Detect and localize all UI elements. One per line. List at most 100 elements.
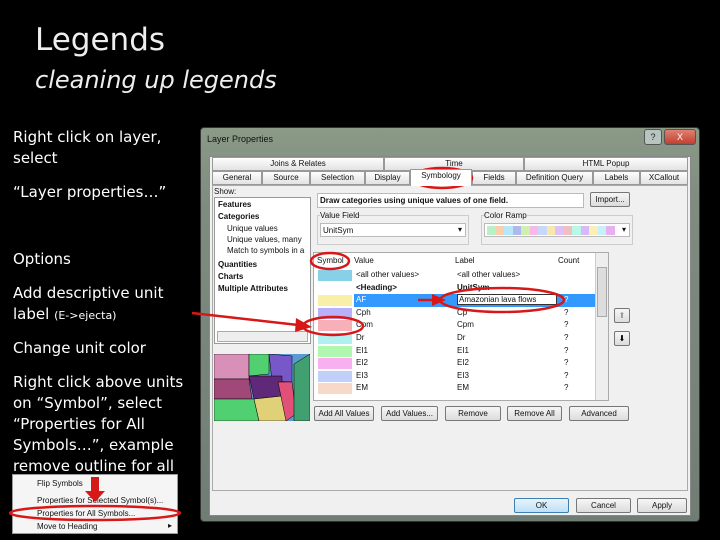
tab-general[interactable]: General <box>212 171 262 185</box>
value-cell: AF <box>356 295 367 305</box>
tab-definition-query[interactable]: Definition Query <box>516 171 593 185</box>
column-header-symbol[interactable]: Symbol <box>317 256 344 265</box>
tab-xcallout[interactable]: XCallout <box>640 171 688 185</box>
count-cell: ? <box>564 383 569 393</box>
symbol-table: Symbol Value Label Count <all other values>… <box>313 252 609 401</box>
ramp-swatch <box>563 226 573 235</box>
count-cell: ? <box>564 345 569 355</box>
ramp-swatch <box>546 226 556 235</box>
tree-item[interactable]: Charts <box>218 272 243 281</box>
table-row[interactable]: Cpm Cpm? <box>314 319 595 332</box>
tab-display[interactable]: Display <box>365 171 410 185</box>
menu-item-properties-selected[interactable]: Properties for Selected Symbol(s)... <box>37 496 163 505</box>
tree-item[interactable]: Multiple Attributes <box>218 284 288 293</box>
remove-all-button[interactable]: Remove All <box>507 406 562 421</box>
symbol-swatch[interactable] <box>318 307 352 319</box>
ramp-swatch <box>529 226 539 235</box>
tab-html-popup[interactable]: HTML Popup <box>524 157 688 171</box>
table-row[interactable]: Dr Dr? <box>314 332 595 345</box>
label-cell: Dr <box>457 333 466 342</box>
symbol-swatch[interactable] <box>318 333 352 344</box>
color-ramp-label: Color Ramp <box>484 211 527 220</box>
label-edit-input[interactable]: Amazonian lava flows <box>457 294 557 306</box>
value-field-select[interactable]: UnitSym ▾ <box>320 223 466 237</box>
symbol-swatch[interactable] <box>318 358 352 370</box>
symbol-swatch[interactable] <box>318 270 352 281</box>
add-values-button[interactable]: Add Values... <box>381 406 438 421</box>
move-up-button[interactable]: ⬆ <box>614 308 630 323</box>
column-header-count[interactable]: Count <box>558 256 579 265</box>
value-cell: <Heading> <box>356 282 397 292</box>
table-row[interactable]: EI3 EI3? <box>314 370 595 383</box>
table-row[interactable]: <Heading> UnitSym <box>314 282 595 295</box>
tab-labels[interactable]: Labels <box>593 171 640 185</box>
label-cell: Cpm <box>457 320 474 330</box>
symbol-swatch[interactable] <box>318 383 352 395</box>
context-menu: Flip Symbols Properties for Selected Sym… <box>12 474 178 534</box>
table-row[interactable]: EI1 EI1? <box>314 345 595 358</box>
table-row[interactable]: AF Amazonian lava flows? <box>314 294 595 307</box>
map-preview <box>214 354 310 421</box>
symbol-swatch[interactable] <box>318 370 352 382</box>
ramp-swatch <box>589 226 598 235</box>
ramp-swatch <box>597 226 607 235</box>
help-button[interactable]: ? <box>644 129 662 145</box>
value-cell: EI1 <box>356 345 369 355</box>
bullet: “Layer properties…” <box>13 183 167 201</box>
tab-fields[interactable]: Fields <box>472 171 516 185</box>
chevron-down-icon: ▾ <box>457 225 462 234</box>
column-header-value[interactable]: Value <box>354 256 374 265</box>
column-header-label[interactable]: Label <box>455 256 475 265</box>
symbol-swatch[interactable] <box>318 295 352 307</box>
value-cell: EI3 <box>356 370 369 380</box>
tree-item[interactable]: Unique values, many <box>227 235 302 244</box>
symbol-swatch[interactable] <box>318 345 352 357</box>
arrow-up-icon: ⬆ <box>618 311 626 320</box>
value-field-value: UnitSym <box>323 226 354 235</box>
table-row[interactable]: EI2 EI2? <box>314 357 595 370</box>
move-down-button[interactable]: ⬇ <box>614 331 630 346</box>
tree-item[interactable]: Categories <box>218 212 259 221</box>
color-ramp-select[interactable]: ▾ <box>484 223 630 237</box>
bullet: Right click on layer, select <box>13 128 162 167</box>
value-cell: EI2 <box>356 358 369 368</box>
import-button[interactable]: Import... <box>590 192 630 207</box>
ramp-swatch <box>495 226 505 235</box>
chevron-down-icon: ▾ <box>621 225 626 234</box>
value-cell: Cph <box>356 307 371 317</box>
ramp-swatch <box>512 226 522 235</box>
table-vertical-scrollbar[interactable] <box>595 253 608 400</box>
tree-item[interactable]: Match to symbols in a <box>227 246 304 255</box>
label-cell: UnitSym <box>457 282 490 292</box>
tree-item[interactable]: Features <box>218 200 251 209</box>
menu-item-properties-all[interactable]: Properties for All Symbols... <box>37 509 135 518</box>
cancel-button[interactable]: Cancel <box>576 498 631 513</box>
tab-joins-relates[interactable]: Joins & Relates <box>212 157 384 171</box>
remove-button[interactable]: Remove <box>445 406 501 421</box>
add-all-values-button[interactable]: Add All Values <box>314 406 374 421</box>
advanced-button[interactable]: Advanced <box>569 406 629 421</box>
menu-item-move-to-heading[interactable]: Move to Heading <box>37 522 97 531</box>
apply-button[interactable]: Apply <box>637 498 687 513</box>
close-button[interactable]: X <box>664 129 696 145</box>
slide-subtitle: cleaning up legends <box>35 66 277 94</box>
label-cell: EI2 <box>457 358 470 368</box>
ramp-swatch <box>504 226 513 235</box>
table-row[interactable]: <all other values> <all other values> <box>314 269 595 282</box>
table-row[interactable]: EM EM? <box>314 382 595 395</box>
count-cell: ? <box>564 307 569 317</box>
count-cell: ? <box>564 320 569 330</box>
table-row[interactable]: Cph Cp? <box>314 307 595 320</box>
tree-item[interactable]: Quantities <box>218 260 257 269</box>
tab-selection[interactable]: Selection <box>310 171 365 185</box>
symbol-swatch[interactable] <box>318 320 352 332</box>
tab-source[interactable]: Source <box>262 171 310 185</box>
scrollbar-thumb[interactable] <box>597 267 607 317</box>
tree-horizontal-scrollbar[interactable] <box>217 331 308 342</box>
tab-symbology[interactable]: Symbology <box>410 169 472 186</box>
ok-button[interactable]: OK <box>514 498 569 513</box>
value-cell: EM <box>356 383 368 393</box>
tree-item[interactable]: Unique values <box>227 224 278 233</box>
label-cell: Cp <box>457 307 468 317</box>
menu-item-flip-symbols[interactable]: Flip Symbols <box>37 479 83 488</box>
